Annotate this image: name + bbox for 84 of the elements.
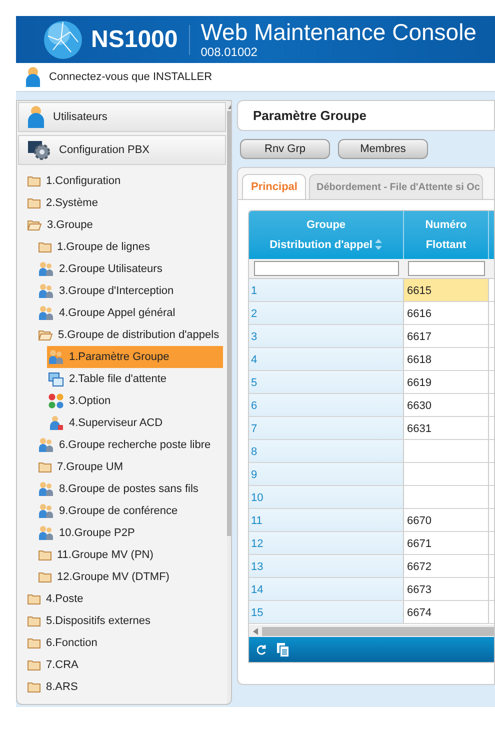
folder-icon xyxy=(27,175,41,187)
table-cell: 2 xyxy=(249,302,404,324)
users-icon xyxy=(38,503,54,519)
section-button[interactable]: Configuration PBX xyxy=(18,135,226,165)
folder-icon xyxy=(27,659,41,671)
table-cell: 13 xyxy=(249,555,404,577)
table-cell: 1 xyxy=(249,279,404,301)
tree-item[interactable]: 6.Groupe recherche poste libre xyxy=(37,434,215,456)
tree-item[interactable]: 4.Poste xyxy=(26,588,88,610)
product-name: NS1000 xyxy=(91,28,178,52)
tree-item[interactable]: 7.Groupe UM xyxy=(37,456,128,478)
users-icon xyxy=(38,261,54,277)
filter-field[interactable] xyxy=(254,261,399,276)
toolbar-button[interactable]: Membres xyxy=(338,139,428,159)
user-icon xyxy=(48,415,64,431)
folder-icon xyxy=(27,593,41,605)
copy-icon[interactable] xyxy=(277,642,289,656)
console-title: Web Maintenance Console xyxy=(200,21,476,44)
tree-item[interactable]: 8.Groupe de postes sans fils xyxy=(37,478,202,500)
users-icon xyxy=(38,525,54,541)
users-icon xyxy=(38,283,54,299)
version-text: 008.01002 xyxy=(200,46,258,58)
tree-item[interactable]: 4.Superviseur ACD xyxy=(47,412,167,434)
open-folder-icon xyxy=(27,219,42,231)
table-cell: 7 xyxy=(249,417,404,439)
tree-item[interactable]: 8.ARS xyxy=(26,676,82,698)
table-cell: 8 xyxy=(249,440,404,462)
refresh-icon[interactable] xyxy=(257,644,267,656)
users-icon xyxy=(38,481,54,497)
sort-icon[interactable] xyxy=(375,239,382,250)
windows-icon xyxy=(48,372,64,386)
folder-icon xyxy=(27,197,41,209)
tree-item[interactable]: 1.Configuration xyxy=(26,170,125,192)
tree-item[interactable]: 1.Paramètre Groupe xyxy=(47,346,224,368)
tree-item[interactable]: 9.Groupe de conférence xyxy=(37,500,182,522)
tree-item[interactable]: 2.Table file d'attente xyxy=(47,368,171,390)
login-text: Connectez-vous que INSTALLER xyxy=(49,70,212,85)
folder-icon xyxy=(27,681,41,693)
users-icon xyxy=(48,349,64,365)
panel-title-bar: Paramètre Groupe xyxy=(237,100,495,131)
folder-icon xyxy=(38,571,52,583)
folder-icon xyxy=(38,241,52,253)
tree-item[interactable]: 3.Groupe xyxy=(26,214,97,236)
tree-item[interactable]: 3.Option xyxy=(47,390,115,412)
users-icon xyxy=(38,437,54,453)
tree-item[interactable]: 6.Fonction xyxy=(26,632,102,654)
table-cell: 3 xyxy=(249,325,404,347)
tree-item[interactable]: 11.Groupe MV (PN) xyxy=(37,544,158,566)
gear-icon xyxy=(27,139,51,161)
globe-icon xyxy=(43,20,83,60)
users-icon xyxy=(38,305,54,321)
tree-item[interactable]: 2.Groupe Utilisateurs xyxy=(37,258,166,280)
tree-item[interactable]: 12.Groupe MV (DTMF) xyxy=(37,566,174,588)
table-cell: 5 xyxy=(249,371,404,393)
tree-item[interactable]: 5.Groupe de distribution d'appels xyxy=(37,324,224,346)
table-cell: 11 xyxy=(249,509,404,531)
tree-item[interactable]: 5.Dispositifs externes xyxy=(26,610,155,632)
scroll-left-arrow-icon[interactable] xyxy=(253,628,258,634)
folder-icon xyxy=(27,637,41,649)
horizontal-scrollbar[interactable] xyxy=(249,625,494,637)
folder-icon xyxy=(27,615,41,627)
user-icon xyxy=(25,66,41,88)
table-cell: 15 xyxy=(249,601,404,623)
dots-icon xyxy=(48,393,64,409)
table-cell: 12 xyxy=(249,532,404,554)
tree-item[interactable]: 2.Système xyxy=(26,192,102,214)
table-cell: 10 xyxy=(249,486,404,508)
section-button[interactable]: Utilisateurs xyxy=(18,102,226,132)
tree-item[interactable]: 7.CRA xyxy=(26,654,82,676)
filter-field[interactable] xyxy=(408,261,485,276)
user-icon xyxy=(27,105,45,129)
folder-icon xyxy=(38,461,52,473)
table-cell: 9 xyxy=(249,463,404,485)
tree-item[interactable]: 4.Groupe Appel général xyxy=(37,302,180,324)
folder-icon xyxy=(38,549,52,561)
tree-item[interactable]: 3.Groupe d'Interception xyxy=(37,280,178,302)
tree-item[interactable]: 1.Groupe de lignes xyxy=(37,236,154,258)
table-cell: 6 xyxy=(249,394,404,416)
open-folder-icon xyxy=(38,329,53,341)
tree-item[interactable]: 10.Groupe P2P xyxy=(37,522,139,544)
table-cell: 6615 xyxy=(404,279,489,301)
table-cell: 14 xyxy=(249,578,404,600)
table-cell: 4 xyxy=(249,348,404,370)
toolbar-button[interactable]: Rnv Grp xyxy=(240,139,330,159)
